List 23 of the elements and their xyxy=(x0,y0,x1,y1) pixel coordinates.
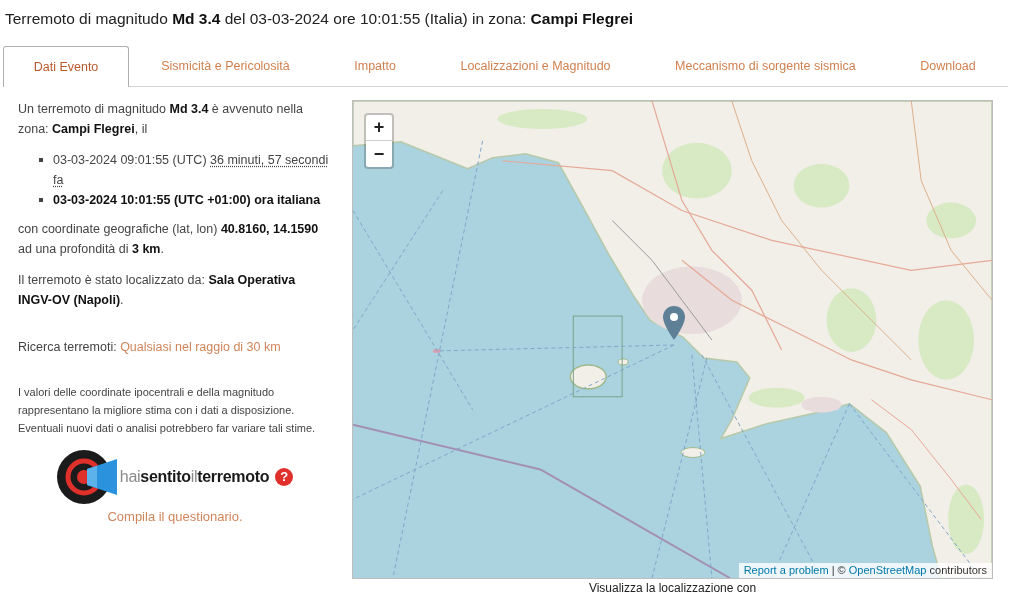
page-title: Terremoto di magnitudo Md 3.4 del 03-03-2024 ore 10:01:55 (Italia) in zona: Campi Flegrei xyxy=(5,9,635,29)
event-time-text: 03-03-2024 09:01:55 (UTC) 36 minuti, 57 secondi fa xyxy=(53,152,330,189)
map-attribution: Report a problem | © OpenStreetMap contributors xyxy=(738,563,992,578)
event-time-text: 03-03-2024 10:01:55 (UTC +01:00) ora italiana xyxy=(53,192,321,209)
map-caption: Visualizza la localizzazione con xyxy=(587,581,758,595)
disclaimer-text: I valori delle coordinate ipocentrali e della magnitudo rappresentano la migliore stima con i dati a disposizione. Eventuali nuovi dati o analisi potrebbero far variare tali stime. xyxy=(18,385,317,436)
report-problem-link[interactable]: Report a problem xyxy=(743,564,829,576)
location-source-text: Il terremoto è stato localizzato da: Sala Operativa INGV-OV (Napoli). xyxy=(18,272,297,309)
logo-wordmark: haisentitoilterremoto xyxy=(119,467,270,487)
openstreetmap-link[interactable]: OpenStreetMap xyxy=(848,564,927,576)
zoom-out-button[interactable]: − xyxy=(366,141,392,167)
event-summary-text: Un terremoto di magnitudo Md 3.4 è avvenuto nella zona: Campi Flegrei, il xyxy=(18,101,304,138)
map-pin-icon[interactable] xyxy=(663,306,685,340)
bullet-icon xyxy=(39,198,43,202)
tab[interactable]: Dati Evento xyxy=(3,46,129,87)
zoom-in-button[interactable]: + xyxy=(366,115,392,141)
coordinates-text: con coordinate geografiche (lat, lon) 40.8160, 14.1590 ad una profondità di 3 km. xyxy=(18,221,320,258)
radius-search-link[interactable]: Qualsiasi nel raggio di 30 km xyxy=(120,340,281,354)
bullet-icon xyxy=(39,158,43,162)
target-megaphone-icon xyxy=(56,449,117,505)
help-badge: ? xyxy=(275,468,294,486)
survey-link[interactable]: Compila il questionario. xyxy=(107,507,243,527)
earthquake-search-text: Ricerca terremoti: Qualsiasi nel raggio di 30 km xyxy=(18,339,282,356)
